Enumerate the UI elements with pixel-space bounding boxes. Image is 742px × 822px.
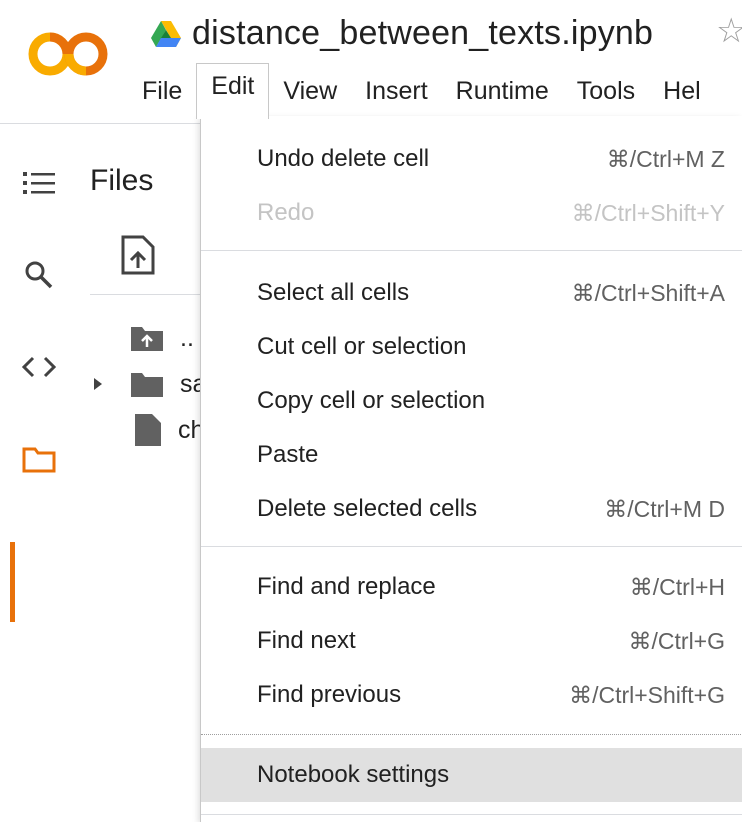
notebook-title[interactable]: distance_between_texts.ipynb — [192, 14, 653, 53]
menu-item-notebook-settings[interactable]: Notebook settings — [201, 748, 742, 802]
menu-item-label: Undo delete cell — [257, 145, 430, 172]
menu-item-shortcut: ⌘/Ctrl+Shift+G — [569, 681, 725, 708]
menu-insert[interactable]: Insert — [351, 71, 442, 112]
colab-logo-icon[interactable] — [28, 28, 110, 80]
menu-runtime[interactable]: Runtime — [442, 71, 563, 112]
search-button[interactable] — [14, 250, 64, 300]
menu-item-copy[interactable]: Copy cell or selection — [201, 374, 742, 428]
menu-item-undo-delete-cell[interactable]: Undo delete cell ⌘/Ctrl+M Z — [201, 132, 742, 186]
menu-item-label: Copy cell or selection — [257, 387, 486, 414]
menu-item-label: Find previous — [257, 681, 402, 708]
menu-help[interactable]: Hel — [649, 71, 715, 112]
menu-item-shortcut: ⌘/Ctrl+Shift+A — [571, 279, 725, 306]
menu-item-label: Redo — [257, 199, 315, 226]
files-button[interactable] — [14, 434, 64, 484]
table-of-contents-button[interactable] — [14, 158, 64, 208]
menu-edit[interactable]: Edit — [196, 63, 270, 119]
menu-item-find-next[interactable]: Find next ⌘/Ctrl+G — [201, 614, 742, 668]
files-panel-title: Files — [90, 164, 154, 197]
edit-menu-dropdown: Undo delete cell ⌘/Ctrl+M Z Redo ⌘/Ctrl+… — [200, 116, 742, 822]
code-snippets-button[interactable] — [14, 342, 64, 392]
menu-item-shortcut: ⌘/Ctrl+M Z — [606, 145, 725, 172]
file-row-parent[interactable]: .. — [130, 318, 194, 358]
menu-item-label: Find and replace — [257, 573, 436, 600]
folder-up-icon — [131, 327, 163, 351]
menu-item-paste[interactable]: Paste — [201, 428, 742, 482]
google-drive-icon[interactable] — [150, 20, 182, 48]
upload-file-icon[interactable] — [120, 234, 156, 276]
menu-separator — [201, 250, 742, 251]
menu-item-shortcut: ⌘/Ctrl+G — [628, 627, 725, 654]
search-icon — [25, 261, 53, 289]
menu-item-find-and-replace[interactable]: Find and replace ⌘/Ctrl+H — [201, 560, 742, 614]
menu-item-label: Paste — [257, 441, 319, 468]
menu-item-label: Cut cell or selection — [257, 333, 467, 360]
file-name: .. — [180, 323, 194, 352]
menu-separator — [201, 546, 742, 547]
menu-item-label: Notebook settings — [257, 761, 450, 788]
menu-item-shortcut: ⌘/Ctrl+M D — [604, 495, 725, 522]
menu-bar: File Edit View Insert Runtime Tools Hel — [128, 63, 715, 119]
menu-item-select-all-cells[interactable]: Select all cells ⌘/Ctrl+Shift+A — [201, 266, 742, 320]
menu-item-label: Delete selected cells — [257, 495, 478, 522]
star-icon[interactable]: ☆ — [716, 14, 742, 48]
list-icon — [23, 172, 55, 194]
menu-item-cut[interactable]: Cut cell or selection — [201, 320, 742, 374]
menu-item-label: Find next — [257, 627, 356, 654]
menu-tools[interactable]: Tools — [563, 71, 649, 112]
code-icon — [22, 356, 56, 378]
left-rail — [0, 124, 76, 822]
menu-item-shortcut: ⌘/Ctrl+H — [629, 573, 725, 600]
app-header: distance_between_texts.ipynb ☆ File Edit… — [0, 0, 742, 124]
file-row-folder[interactable]: sa — [92, 364, 206, 404]
file-icon — [135, 414, 161, 446]
menu-item-delete-selected-cells[interactable]: Delete selected cells ⌘/Ctrl+M D — [201, 482, 742, 536]
menu-file[interactable]: File — [128, 71, 196, 112]
menu-item-shortcut: ⌘/Ctrl+Shift+Y — [571, 199, 725, 226]
menu-item-find-previous[interactable]: Find previous ⌘/Ctrl+Shift+G — [201, 668, 742, 722]
menu-separator — [201, 734, 742, 735]
menu-item-redo: Redo ⌘/Ctrl+Shift+Y — [201, 186, 742, 240]
folder-icon — [22, 447, 56, 473]
active-indicator — [10, 542, 15, 622]
folder-icon — [131, 373, 163, 397]
file-row-file[interactable]: ch — [134, 410, 204, 450]
menu-item-label: Select all cells — [257, 279, 410, 306]
menu-separator — [201, 814, 742, 815]
menu-view[interactable]: View — [269, 71, 351, 112]
chevron-right-icon[interactable] — [92, 376, 104, 392]
